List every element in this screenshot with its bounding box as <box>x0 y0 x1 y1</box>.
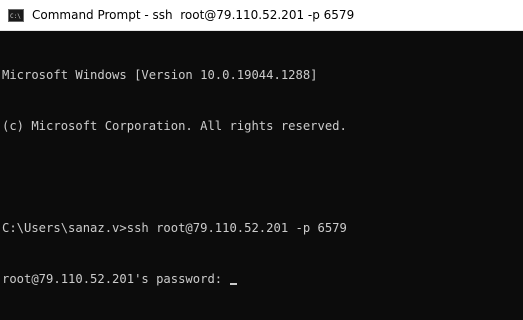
console-line: C:\Users\sanaz.v>ssh root@79.110.52.201 … <box>2 221 347 235</box>
console-line: (c) Microsoft Corporation. All rights re… <box>2 119 347 133</box>
command-prompt-window: C:\ Command Prompt - ssh root@79.110.52.… <box>0 0 523 320</box>
console-line: Microsoft Windows [Version 10.0.19044.12… <box>2 68 318 82</box>
text-cursor <box>230 283 238 285</box>
svg-text:C:\: C:\ <box>10 13 21 20</box>
title-bar[interactable]: C:\ Command Prompt - ssh root@79.110.52.… <box>0 0 523 31</box>
window-title: Command Prompt - ssh root@79.110.52.201 … <box>32 8 355 22</box>
password-prompt: root@79.110.52.201's password: <box>2 272 230 286</box>
command-prompt-icon: C:\ <box>8 8 24 22</box>
password-prompt-line: root@79.110.52.201's password: <box>2 271 523 288</box>
console-output[interactable]: Microsoft Windows [Version 10.0.19044.12… <box>0 31 523 320</box>
